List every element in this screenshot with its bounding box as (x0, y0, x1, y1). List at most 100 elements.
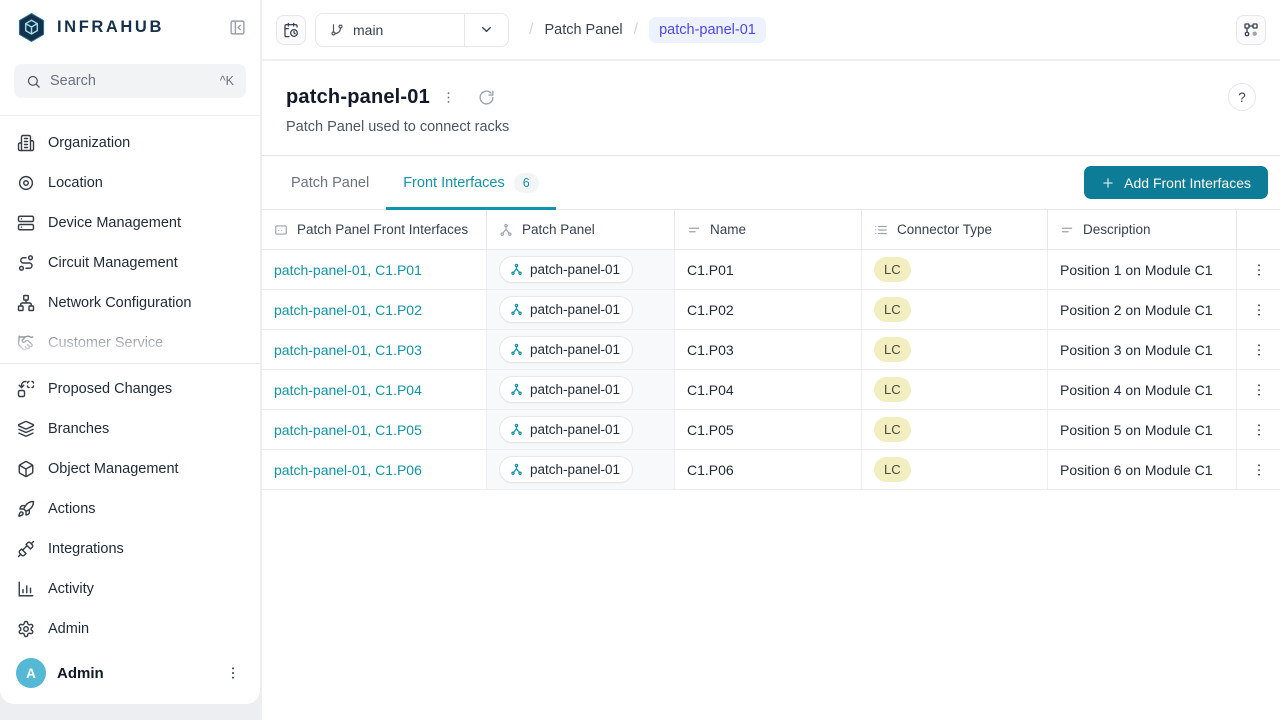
layers-icon (17, 420, 35, 438)
title-menu-button[interactable] (436, 84, 462, 110)
row-link[interactable]: patch-panel-01, C1.P05 (274, 422, 422, 438)
column-header-name[interactable]: Name (675, 210, 862, 249)
table-row[interactable]: patch-panel-01, C1.P04 patch-panel-01 C1… (262, 370, 1280, 410)
sidebar-collapse-icon[interactable] (229, 19, 246, 36)
time-travel-button[interactable] (276, 15, 306, 45)
column-header-front-interfaces[interactable]: Patch Panel Front Interfaces (262, 210, 487, 249)
connector-type-badge: LC (874, 457, 911, 482)
route-icon (17, 254, 35, 272)
column-header-description[interactable]: Description (1048, 210, 1237, 249)
column-header-patch-panel[interactable]: Patch Panel (487, 210, 675, 249)
table-row[interactable]: patch-panel-01, C1.P01 patch-panel-01 C1… (262, 250, 1280, 290)
patch-panel-chip[interactable]: patch-panel-01 (499, 336, 633, 363)
sidebar-item-label: Organization (48, 135, 130, 151)
cube-icon (17, 460, 35, 478)
row-menu-button[interactable] (1246, 257, 1272, 283)
gear-icon (17, 620, 35, 638)
table-row[interactable]: patch-panel-01, C1.P05 patch-panel-01 C1… (262, 410, 1280, 450)
sidebar-item-branches[interactable]: Branches (0, 409, 260, 449)
row-menu-button[interactable] (1246, 297, 1272, 323)
cell-description: Position 4 on Module C1 (1048, 370, 1237, 409)
sidebar-item-organization[interactable]: Organization (0, 123, 260, 163)
sidebar-item-label: Object Management (48, 461, 179, 477)
tab-front-interfaces[interactable]: Front Interfaces 6 (386, 156, 556, 209)
kebab-icon (225, 665, 241, 681)
infrahub-logo-icon[interactable] (16, 12, 47, 43)
help-button[interactable]: ? (1228, 83, 1256, 111)
search-icon (26, 74, 41, 89)
chip-label: patch-panel-01 (530, 462, 620, 477)
tab-patch-panel[interactable]: Patch Panel (274, 156, 386, 209)
refresh-button[interactable] (474, 84, 500, 110)
breadcrumb-item-current[interactable]: patch-panel-01 (649, 17, 766, 43)
sidebar-item-location[interactable]: Location (0, 163, 260, 203)
refresh-icon (478, 89, 495, 106)
kebab-icon (1251, 262, 1267, 278)
user-menu-button[interactable] (220, 660, 246, 686)
row-menu-button[interactable] (1246, 377, 1272, 403)
main-area: main / Patch Panel / patch-panel-01 patc… (262, 0, 1280, 720)
schema-icon (1243, 22, 1259, 38)
chevron-down-icon (479, 22, 494, 37)
text-icon (1060, 223, 1074, 237)
kebab-icon (1251, 342, 1267, 358)
row-menu-button[interactable] (1246, 417, 1272, 443)
cell-description: Position 1 on Module C1 (1048, 250, 1237, 289)
row-link[interactable]: patch-panel-01, C1.P04 (274, 382, 422, 398)
sidebar-item-actions[interactable]: Actions (0, 489, 260, 529)
connector-type-badge: LC (874, 377, 911, 402)
patch-panel-chip[interactable]: patch-panel-01 (499, 456, 633, 483)
table-row[interactable]: patch-panel-01, C1.P06 patch-panel-01 C1… (262, 450, 1280, 490)
chip-label: patch-panel-01 (530, 422, 620, 437)
sidebar-item-network-configuration[interactable]: Network Configuration (0, 283, 260, 323)
column-label: Patch Panel (522, 222, 595, 237)
table-row[interactable]: patch-panel-01, C1.P03 patch-panel-01 C1… (262, 330, 1280, 370)
schema-button[interactable] (1236, 15, 1266, 45)
row-link[interactable]: patch-panel-01, C1.P02 (274, 302, 422, 318)
sidebar-item-admin[interactable]: Admin (0, 609, 260, 649)
rocket-icon (17, 500, 35, 518)
cell-description: Position 5 on Module C1 (1048, 410, 1237, 449)
relationship-icon (510, 303, 523, 316)
row-link[interactable]: patch-panel-01, C1.P06 (274, 462, 422, 478)
chip-label: patch-panel-01 (530, 382, 620, 397)
row-link[interactable]: patch-panel-01, C1.P01 (274, 262, 422, 278)
table-row[interactable]: patch-panel-01, C1.P02 patch-panel-01 C1… (262, 290, 1280, 330)
breadcrumb-item-patch-panel[interactable]: Patch Panel (544, 22, 622, 38)
page-description: Patch Panel used to connect racks (286, 119, 1256, 135)
server-icon (17, 214, 35, 232)
branch-selector-caret[interactable] (464, 14, 508, 46)
sidebar-item-label: Network Configuration (48, 295, 191, 311)
cell-name: C1.P01 (675, 250, 862, 289)
sidebar-item-label: Customer Service (48, 335, 163, 351)
row-link[interactable]: patch-panel-01, C1.P03 (274, 342, 422, 358)
sidebar-item-label: Branches (48, 421, 109, 437)
patch-panel-chip[interactable]: patch-panel-01 (499, 376, 633, 403)
patch-panel-chip[interactable]: patch-panel-01 (499, 296, 633, 323)
patch-panel-chip[interactable]: patch-panel-01 (499, 416, 633, 443)
connector-type-badge: LC (874, 257, 911, 282)
sidebar-menu-group-1: Organization Location Device Management … (0, 115, 260, 363)
chip-label: patch-panel-01 (530, 302, 620, 317)
search-input[interactable]: Search ^K (14, 64, 246, 98)
cell-name: C1.P05 (675, 410, 862, 449)
branch-selector-value[interactable]: main (316, 14, 464, 46)
column-header-connector-type[interactable]: Connector Type (862, 210, 1048, 249)
sidebar-item-label: Integrations (48, 541, 124, 557)
sidebar-item-integrations[interactable]: Integrations (0, 529, 260, 569)
row-menu-button[interactable] (1246, 337, 1272, 363)
add-front-interfaces-button[interactable]: Add Front Interfaces (1084, 166, 1268, 199)
sidebar-item-customer-service[interactable]: Customer Service (0, 323, 260, 363)
sidebar-item-circuit-management[interactable]: Circuit Management (0, 243, 260, 283)
sidebar-item-activity[interactable]: Activity (0, 569, 260, 609)
sidebar-item-object-management[interactable]: Object Management (0, 449, 260, 489)
patch-panel-chip[interactable]: patch-panel-01 (499, 256, 633, 283)
branch-selector[interactable]: main (315, 13, 509, 47)
column-label: Connector Type (897, 222, 992, 237)
sidebar-item-proposed-changes[interactable]: Proposed Changes (0, 369, 260, 409)
cell-name: C1.P02 (675, 290, 862, 329)
cell-description: Position 6 on Module C1 (1048, 450, 1237, 489)
relationship-icon (510, 423, 523, 436)
sidebar-item-device-management[interactable]: Device Management (0, 203, 260, 243)
row-menu-button[interactable] (1246, 457, 1272, 483)
